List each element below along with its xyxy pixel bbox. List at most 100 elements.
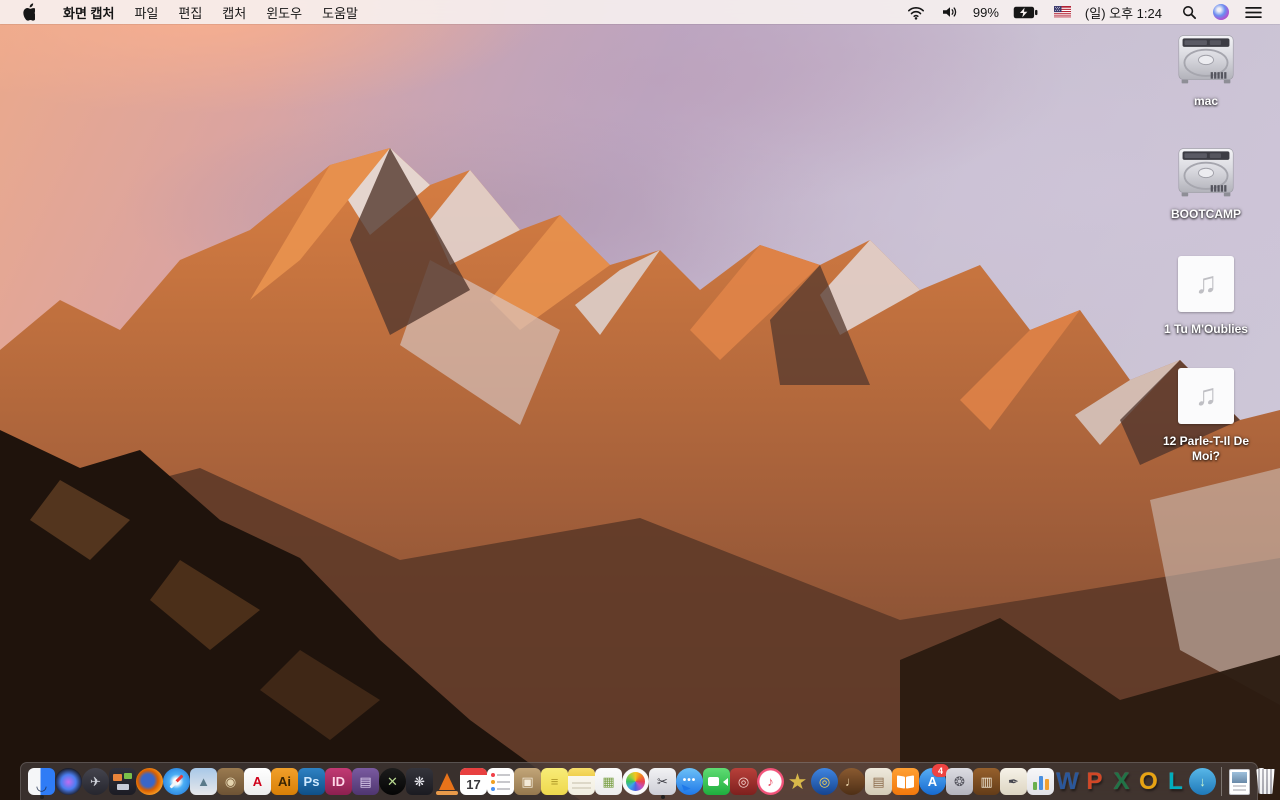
outlook-icon: O: [1139, 767, 1158, 795]
excel-icon[interactable]: X: [1108, 763, 1135, 800]
fan-control-icon[interactable]: ❋: [406, 763, 433, 800]
pages-icon[interactable]: ✒: [1000, 763, 1027, 800]
audio-file-icon: ♫: [1178, 368, 1234, 424]
dock-divider: [1216, 763, 1226, 800]
menu-file[interactable]: 파일: [124, 0, 168, 24]
stickies-icon[interactable]: ≡: [541, 763, 568, 800]
wifi-icon[interactable]: [899, 0, 933, 24]
reminders-icon: [487, 768, 514, 795]
dvd-ripper-icon[interactable]: ◎: [811, 763, 838, 800]
keynote-icon: ▥: [973, 768, 1000, 795]
onepassword-icon[interactable]: ◉: [217, 763, 244, 800]
grab-screen-capture-icon[interactable]: ✂: [649, 763, 676, 800]
photoshop-icon[interactable]: Ps: [298, 763, 325, 800]
photo-booth-icon[interactable]: ◎: [730, 763, 757, 800]
audio-file-12-label: 12 Parle-T-Il De Moi?: [1162, 434, 1250, 463]
document-template-app-icon: ▦: [595, 768, 622, 795]
menu-bar-left: 화면 캡처 파일 편집 캡처 윈도우 도움말: [0, 0, 368, 24]
siri-dock-icon[interactable]: [55, 763, 82, 800]
illustrator-icon: Ai: [271, 768, 298, 795]
audio-file-icon: ♫: [1178, 256, 1234, 312]
drive-bootcamp[interactable]: BOOTCAMP: [1146, 146, 1266, 222]
menu-edit[interactable]: 편집: [168, 0, 212, 24]
fan-control-icon: ❋: [406, 768, 433, 795]
onepassword-icon: ◉: [217, 768, 244, 795]
menu-window[interactable]: 윈도우: [256, 0, 312, 24]
notes-icon[interactable]: [568, 763, 595, 800]
archive-utility-icon[interactable]: ▣: [514, 763, 541, 800]
launchpad-icon: ✈: [82, 768, 109, 795]
siri-icon[interactable]: [1205, 0, 1237, 24]
outlook-icon[interactable]: O: [1135, 763, 1162, 800]
notes-icon: [568, 768, 595, 795]
menu-bar-status: 99% (일) 오후 1:24: [899, 0, 1280, 24]
lync-icon: L: [1168, 767, 1183, 795]
app-store-icon[interactable]: A4: [919, 763, 949, 800]
menu-clock[interactable]: (일) 오후 1:24: [1079, 3, 1168, 22]
drive-bootcamp-label: BOOTCAMP: [1171, 207, 1241, 221]
dock: ◡ ✈ ▲ ◉ A Ai Ps ID ▤ ✕ ❋ 17 ▣ ≡ ▦ ✂ ••• ◎ ♪ ★ ◎ ♩ ▤ A 4 ❂ ▥ ✒ W P X O L ↓: [20, 762, 1275, 800]
system-preferences-icon: ❂: [946, 768, 973, 795]
unarchiver-icon[interactable]: ▤: [352, 763, 379, 800]
safari-icon[interactable]: [163, 763, 190, 800]
word-icon: W: [1056, 767, 1079, 795]
powerpoint-icon[interactable]: P: [1081, 763, 1108, 800]
menu-bar: 화면 캡처 파일 편집 캡처 윈도우 도움말 99% (일) 오후 1:24: [0, 0, 1280, 24]
app-menu-title[interactable]: 화면 캡처: [53, 0, 124, 24]
document-file-icon[interactable]: [1226, 763, 1252, 800]
download-manager-icon[interactable]: ↓: [1189, 763, 1216, 800]
menu-help[interactable]: 도움말: [312, 0, 368, 24]
facetime-icon[interactable]: [703, 763, 730, 800]
acrobat-reader-icon[interactable]: A: [244, 763, 271, 800]
ibooks-icon[interactable]: [892, 763, 919, 800]
indesign-icon[interactable]: ID: [325, 763, 352, 800]
preview-icon[interactable]: ▲: [190, 763, 217, 800]
garageband-icon: ♩: [838, 768, 865, 795]
apple-menu[interactable]: [0, 0, 53, 24]
keynote-icon[interactable]: ▥: [973, 763, 1000, 800]
siri-dock-icon: [55, 768, 82, 795]
spotlight-icon[interactable]: [1168, 0, 1205, 24]
numbers-icon[interactable]: [1027, 763, 1054, 800]
volume-icon[interactable]: [933, 0, 967, 24]
finder-icon[interactable]: ◡: [28, 763, 55, 800]
launchpad-icon[interactable]: ✈: [82, 763, 109, 800]
itunes-icon: ♪: [757, 768, 784, 795]
trash-icon[interactable]: [1252, 763, 1279, 800]
easyfind-icon: ★: [787, 768, 808, 794]
mission-control-icon[interactable]: [109, 763, 136, 800]
messages-icon: •••: [676, 768, 703, 798]
illustrator-icon[interactable]: Ai: [271, 763, 298, 800]
reminders-icon[interactable]: [487, 763, 514, 800]
vlc-icon[interactable]: [433, 763, 460, 800]
iweb-icon[interactable]: ▤: [865, 763, 892, 800]
photos-icon[interactable]: [622, 763, 649, 800]
menu-capture[interactable]: 캡처: [212, 0, 256, 24]
messages-icon[interactable]: •••: [676, 763, 703, 800]
xee-image-viewer-icon[interactable]: ✕: [379, 763, 406, 800]
document-file-icon: [1228, 768, 1250, 795]
audio-file-12[interactable]: ♫ 12 Parle-T-Il De Moi?: [1146, 368, 1266, 464]
itunes-icon[interactable]: ♪: [757, 763, 784, 800]
document-template-app-icon[interactable]: ▦: [595, 763, 622, 800]
photos-icon: [622, 768, 649, 795]
battery-charging-icon[interactable]: [1005, 0, 1046, 24]
firefox-icon[interactable]: [136, 763, 163, 800]
audio-file-1[interactable]: ♫ 1 Tu M'Oublies: [1146, 256, 1266, 337]
vlc-icon: [433, 768, 460, 795]
word-icon[interactable]: W: [1054, 763, 1081, 800]
safari-icon: [163, 768, 190, 795]
system-preferences-icon[interactable]: ❂: [946, 763, 973, 800]
lync-icon[interactable]: L: [1162, 763, 1189, 800]
hard-drive-icon: [1176, 33, 1236, 90]
easyfind-icon[interactable]: ★: [784, 763, 811, 800]
iweb-icon: ▤: [865, 768, 892, 795]
input-source-us-flag-icon[interactable]: [1046, 0, 1079, 24]
calendar-icon[interactable]: 17: [460, 763, 487, 800]
firefox-icon: [136, 768, 163, 795]
ibooks-icon: [892, 768, 919, 795]
garageband-icon[interactable]: ♩: [838, 763, 865, 800]
drive-mac[interactable]: mac: [1146, 33, 1266, 109]
notification-center-icon[interactable]: [1237, 0, 1270, 24]
archive-utility-icon: ▣: [514, 768, 541, 795]
